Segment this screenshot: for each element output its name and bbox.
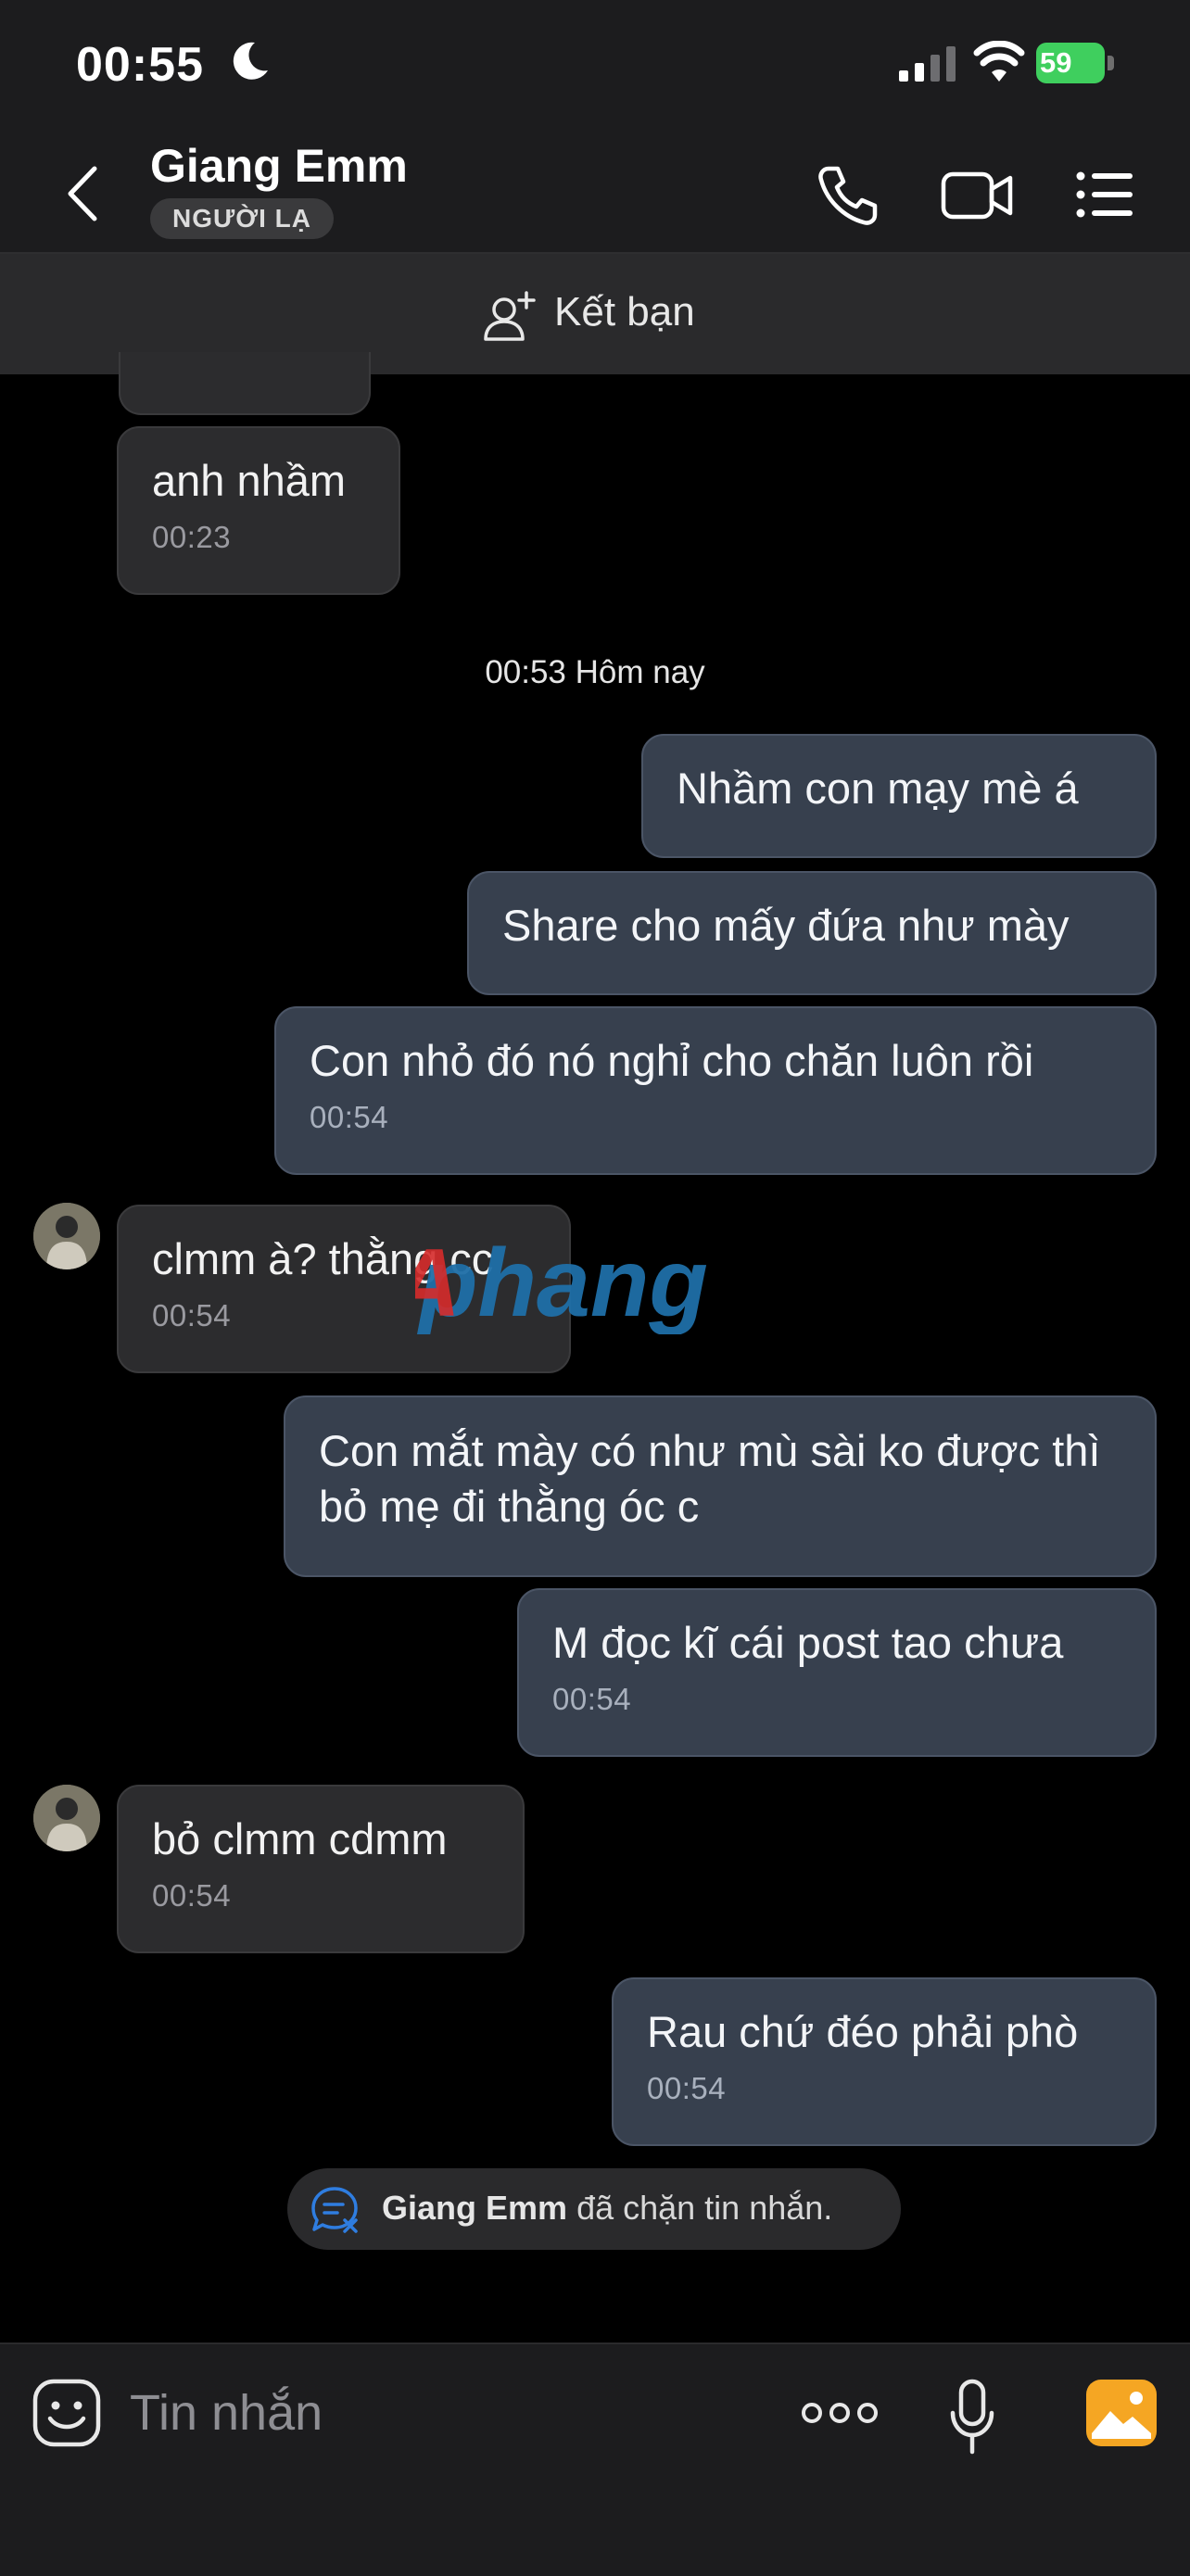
blocked-icon: [311, 2187, 358, 2233]
message-bubble-incoming[interactable]: bỏ clmm cdmm 00:54: [117, 1785, 525, 1953]
message-bubble-outgoing[interactable]: Rau chứ đéo phải phò 00:54: [612, 1977, 1157, 2146]
moon-icon: [233, 42, 268, 80]
message-text: Con nhỏ đó nó nghỉ cho chăn luôn rồi: [310, 1036, 1034, 1085]
sticker-icon[interactable]: [32, 2378, 102, 2448]
stranger-badge: NGƯỜI LẠ: [150, 198, 334, 239]
menu-icon[interactable]: [1075, 169, 1134, 221]
battery-percent: 59: [1040, 46, 1072, 79]
message-bubble-outgoing[interactable]: Share cho mấy đứa như mày: [467, 871, 1157, 995]
status-time: 00:55: [76, 38, 204, 92]
mic-icon[interactable]: [949, 2378, 995, 2456]
avatar-image: [33, 1785, 100, 1851]
message-text: Nhầm con mạy mè á: [677, 764, 1079, 813]
svg-text:A: A: [415, 1232, 461, 1334]
blocked-notice-text: Giang Emm đã chặn tin nhắn.: [382, 2189, 832, 2228]
message-time: 00:54: [552, 1682, 632, 1716]
blocked-message: đã chặn tin nhắn.: [576, 2189, 833, 2227]
message-time: 00:54: [152, 1878, 232, 1913]
message-bubble-outgoing[interactable]: M đọc kĩ cái post tao chưa 00:54: [517, 1588, 1157, 1757]
message-text: Share cho mấy đứa như mày: [502, 901, 1070, 950]
wifi-icon: [973, 41, 1025, 82]
photo-icon[interactable]: [1084, 2378, 1158, 2448]
message-bubble-outgoing[interactable]: Con nhỏ đó nó nghỉ cho chăn luôn rồi 00:…: [274, 1006, 1157, 1175]
message-time: 00:23: [152, 520, 232, 554]
cellular-signal-icon: [899, 46, 956, 82]
message-text: Con mắt mày có như mù sài ko được thì bỏ…: [319, 1426, 1101, 1531]
date-separator: 00:53 Hôm nay: [485, 654, 705, 690]
battery-indicator: 59: [1036, 43, 1114, 83]
back-icon[interactable]: [56, 163, 111, 224]
contact-name[interactable]: Giang Emm: [150, 139, 408, 193]
message-time: 00:54: [310, 1100, 389, 1134]
avatar-image: [33, 1203, 100, 1269]
more-icon[interactable]: [801, 2394, 879, 2431]
message-bubble-incoming[interactable]: anh nhầm 00:23: [117, 426, 400, 595]
message-text: M đọc kĩ cái post tao chưa: [552, 1618, 1064, 1667]
avatar[interactable]: [33, 1785, 100, 1851]
message-bubble-outgoing[interactable]: Nhầm con mạy mè á: [641, 734, 1157, 858]
message-bubble-partial: [119, 352, 371, 415]
watermark-logo: phang A: [415, 1232, 708, 1334]
message-text: bỏ clmm cdmm: [152, 1814, 448, 1863]
message-text: Rau chứ đéo phải phò: [647, 2007, 1079, 2056]
video-icon[interactable]: [940, 167, 1014, 224]
add-friend-label[interactable]: Kết bạn: [554, 289, 695, 335]
blocked-user-name: Giang Emm: [382, 2189, 568, 2227]
message-input[interactable]: [130, 2378, 760, 2448]
message-text: anh nhầm: [152, 456, 347, 505]
add-friend-icon[interactable]: [482, 289, 538, 343]
message-time: 00:54: [647, 2071, 727, 2105]
avatar[interactable]: [33, 1203, 100, 1269]
message-bubble-outgoing[interactable]: Con mắt mày có như mù sài ko được thì bỏ…: [284, 1395, 1157, 1577]
phone-icon[interactable]: [816, 163, 882, 228]
